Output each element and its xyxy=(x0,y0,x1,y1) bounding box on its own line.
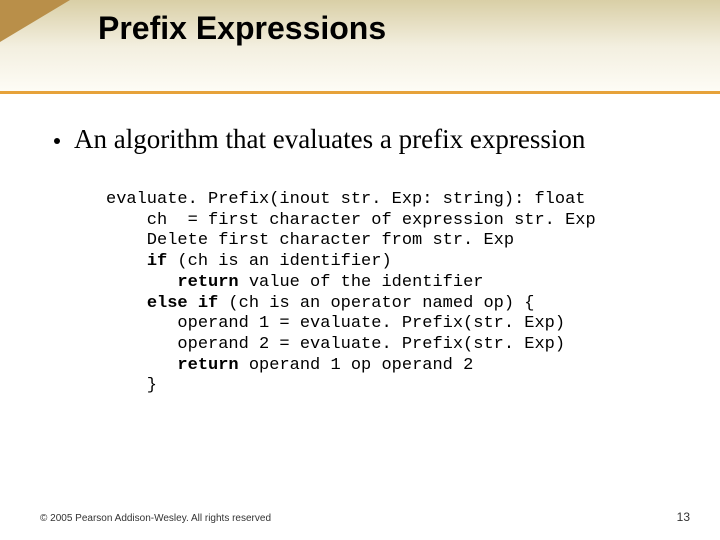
slide-title: Prefix Expressions xyxy=(98,10,386,47)
footer-page-number: 13 xyxy=(677,510,690,524)
slide-header: Prefix Expressions xyxy=(0,0,720,94)
slide: Prefix Expressions An algorithm that eva… xyxy=(0,0,720,540)
bullet-text: An algorithm that evaluates a prefix exp… xyxy=(74,124,585,156)
code-block: evaluate. Prefix(inout str. Exp: string)… xyxy=(106,190,680,397)
footer-copyright: © 2005 Pearson Addison-Wesley. All right… xyxy=(40,513,271,524)
bullet-item: An algorithm that evaluates a prefix exp… xyxy=(54,124,680,156)
corner-accent xyxy=(0,0,70,42)
slide-body: An algorithm that evaluates a prefix exp… xyxy=(0,94,720,397)
bullet-dot-icon xyxy=(54,138,60,144)
